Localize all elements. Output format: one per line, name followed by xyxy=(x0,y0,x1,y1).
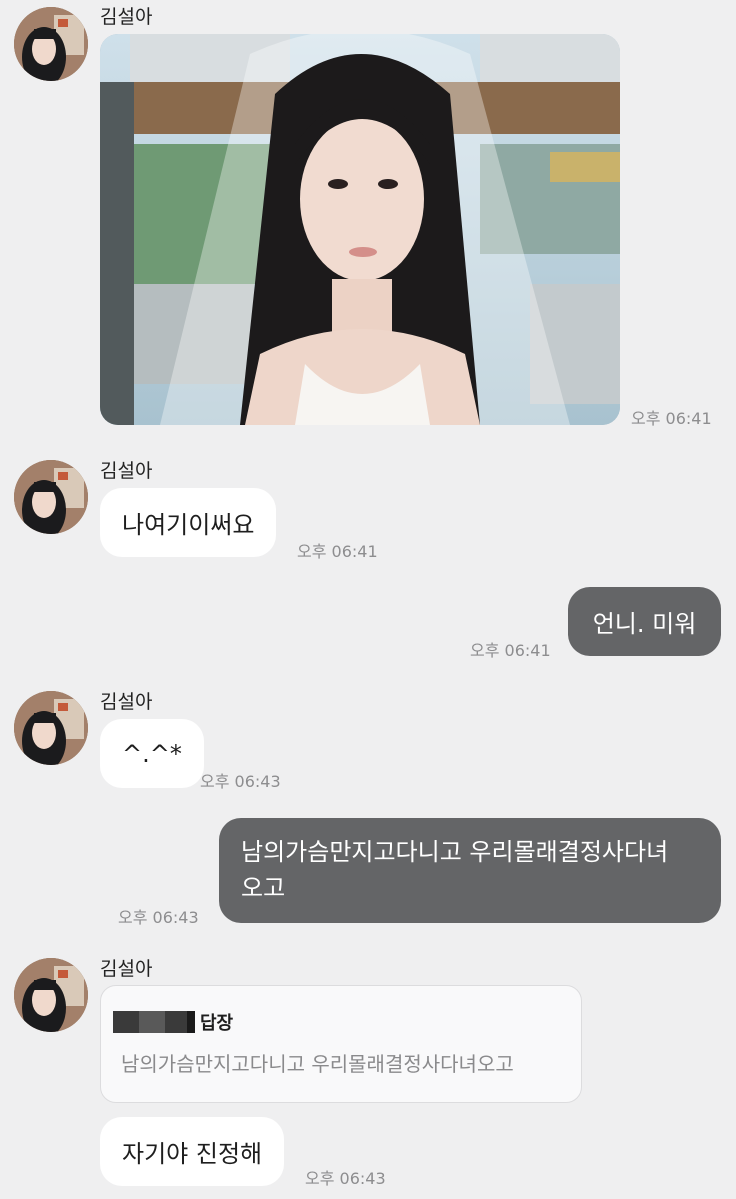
message-timestamp: 오후 06:43 xyxy=(200,772,281,791)
message-text: 언니. 미워 xyxy=(592,610,697,638)
reply-label: 답장 xyxy=(200,1013,234,1034)
message-text: 자기야 진정해 xyxy=(122,1140,263,1168)
message-bubble[interactable]: 언니. 미워 xyxy=(568,587,721,656)
message-bubble[interactable]: 남의가슴만지고다니고 우리몰래결정사다녀 오고 xyxy=(219,818,721,923)
redacted-name-block xyxy=(187,1011,195,1033)
sender-name: 김설아 xyxy=(100,691,153,713)
message-text-line: 오고 xyxy=(241,874,286,902)
message-timestamp: 오후 06:41 xyxy=(297,542,378,561)
message-bubble[interactable]: ^.^* xyxy=(100,719,204,788)
shared-photo[interactable] xyxy=(100,34,620,425)
avatar[interactable] xyxy=(14,460,88,534)
sender-name: 김설아 xyxy=(100,6,153,28)
message-timestamp: 오후 06:41 xyxy=(631,409,712,428)
message-bubble[interactable]: 나여기이써요 xyxy=(100,488,277,557)
message-timestamp: 오후 06:41 xyxy=(470,641,551,660)
message-text: ^.^* xyxy=(122,739,182,768)
reply-quote-card[interactable]: 답장 남의가슴만지고다니고 우리몰래결정사다녀오고 xyxy=(100,985,582,1103)
sender-name: 김설아 xyxy=(100,958,153,980)
redacted-name-block xyxy=(139,1011,165,1033)
redacted-name-block xyxy=(113,1011,139,1033)
avatar[interactable] xyxy=(14,691,88,765)
avatar[interactable] xyxy=(14,7,88,81)
sender-name: 김설아 xyxy=(100,460,153,482)
quoted-text: 남의가슴만지고다니고 우리몰래결정사다녀오고 xyxy=(121,1052,514,1076)
message-bubble[interactable]: 자기야 진정해 xyxy=(100,1117,285,1186)
avatar[interactable] xyxy=(14,958,88,1032)
message-timestamp: 오후 06:43 xyxy=(305,1169,386,1188)
message-timestamp: 오후 06:43 xyxy=(118,908,199,927)
redacted-name-block xyxy=(165,1011,187,1033)
reply-header: 답장 xyxy=(113,1010,233,1034)
message-text: 나여기이써요 xyxy=(122,511,255,539)
message-text-line: 남의가슴만지고다니고 우리몰래결정사다녀 xyxy=(241,838,669,866)
